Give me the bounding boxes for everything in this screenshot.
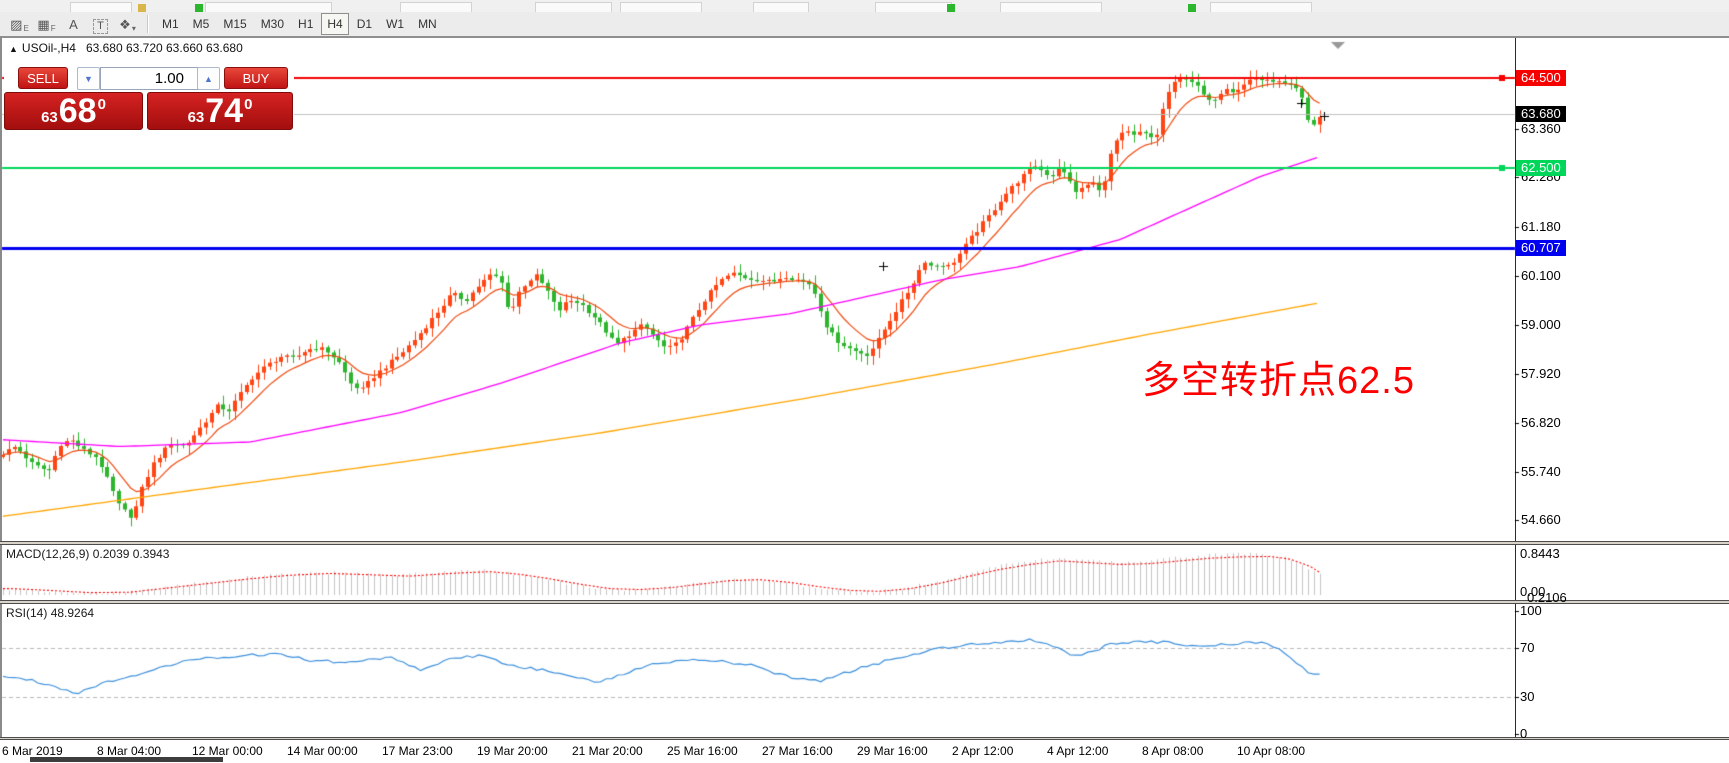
date-label: 4 Apr 12:00: [1047, 744, 1108, 758]
sell-price-sup: 0: [98, 96, 106, 113]
volume-increase-button[interactable]: ▲: [197, 67, 220, 90]
sell-price-box[interactable]: 63 68 0: [4, 92, 143, 130]
buy-price-sup: 0: [244, 96, 252, 113]
price-badge: 60.707: [1516, 240, 1566, 256]
macd-values: 0.2039 0.3943: [93, 547, 170, 561]
volume-input[interactable]: [100, 67, 199, 90]
rsi-axis-label: 70: [1520, 640, 1534, 655]
date-label: 6 Mar 2019: [2, 744, 63, 758]
rsi-axis-label: 100: [1520, 603, 1542, 618]
date-label: 19 Mar 20:00: [477, 744, 548, 758]
rsi-label: RSI(14): [6, 606, 47, 620]
buy-button[interactable]: BUY: [224, 67, 288, 89]
price-tick-label: 57.920: [1521, 366, 1561, 381]
price-tick-label: 55.740: [1521, 464, 1561, 479]
chart-title: ▲ USOil-,H4 63.680 63.720 63.660 63.680: [9, 41, 243, 55]
date-label: 17 Mar 23:00: [382, 744, 453, 758]
price-badge: 63.680: [1516, 106, 1566, 122]
buy-price-small: 63: [188, 109, 205, 126]
date-label: 21 Mar 20:00: [572, 744, 643, 758]
price-badge: 64.500: [1516, 70, 1566, 86]
buy-price-big: 74: [205, 94, 243, 128]
one-click-trade-panel: SELL ▼ ▲ BUY 63 68 0 63 74 0: [4, 60, 294, 131]
date-label: 27 Mar 16:00: [762, 744, 833, 758]
buy-price-box[interactable]: 63 74 0: [147, 92, 293, 130]
price-tick-label: 59.000: [1521, 317, 1561, 332]
macd-axis-label: 0.8443: [1520, 546, 1560, 561]
price-tick-label: 54.660: [1521, 512, 1561, 527]
chart-symbol-timeframe: USOil-,H4: [22, 41, 76, 55]
price-tick-label: 56.820: [1521, 415, 1561, 430]
chart-text-annotation: 多空转折点62.5: [1142, 349, 1415, 404]
date-label: 14 Mar 00:00: [287, 744, 358, 758]
rsi-panel-label: RSI(14) 48.9264: [6, 606, 94, 620]
volume-decrease-button[interactable]: ▼: [77, 67, 100, 90]
price-tick-label: 63.360: [1521, 121, 1561, 136]
sell-button[interactable]: SELL: [18, 67, 68, 89]
macd-label: MACD(12,26,9): [6, 547, 89, 561]
rsi-axis-label: 30: [1520, 689, 1534, 704]
date-label: 8 Apr 08:00: [1142, 744, 1203, 758]
date-label: 29 Mar 16:00: [857, 744, 928, 758]
date-label: 12 Mar 00:00: [192, 744, 263, 758]
macd-panel-label: MACD(12,26,9) 0.2039 0.3943: [6, 547, 169, 561]
date-label: 8 Mar 04:00: [97, 744, 161, 758]
date-label: 2 Apr 12:00: [952, 744, 1013, 758]
sell-price-big: 68: [59, 94, 97, 128]
date-label: 25 Mar 16:00: [667, 744, 738, 758]
price-tick-label: 61.180: [1521, 219, 1561, 234]
symbol-collapse-icon[interactable]: ▲: [9, 44, 18, 54]
rsi-axis-label: 0: [1520, 726, 1527, 741]
price-badge: 62.500: [1516, 160, 1566, 176]
rsi-value: 48.9264: [51, 606, 94, 620]
chart-ohlc-values: 63.680 63.720 63.660 63.680: [86, 41, 243, 55]
trading-terminal-window: ▨E ▦F A T ❖▾ M1 M5 M15 M30 H1 H4 D1 W1 M…: [0, 0, 1729, 763]
sell-price-small: 63: [41, 109, 58, 126]
price-tick-label: 60.100: [1521, 268, 1561, 283]
date-label: 10 Apr 08:00: [1237, 744, 1305, 758]
